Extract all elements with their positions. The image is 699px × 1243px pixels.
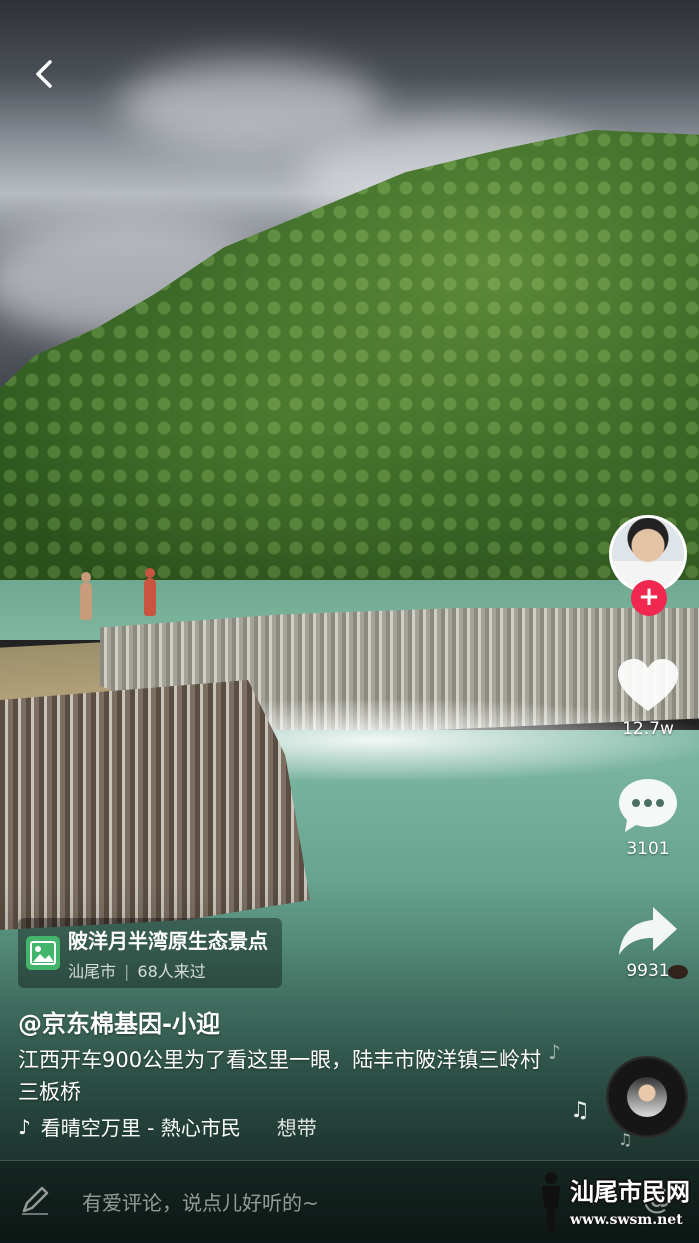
comment-count: 3101 (626, 839, 670, 859)
music-disc-cover (627, 1077, 667, 1117)
poi-tag[interactable]: 陂洋月半湾原生态景点 汕尾市 | 68人来过 (18, 918, 282, 988)
watermark-text: 汕尾市民网 (570, 1177, 690, 1206)
follow-button[interactable]: + (631, 580, 667, 616)
music-note-icon: ♫ (570, 1098, 590, 1123)
poi-separator: | (124, 961, 130, 981)
poi-visitors: 68人来过 (137, 961, 206, 981)
speech-bubble-icon (619, 779, 677, 832)
person-standing (80, 572, 92, 620)
music-note-icon: ♫ (618, 1130, 633, 1149)
video-caption: 江西开车900公里为了看这里一眼，陆丰市陂洋镇三岭村三板桥 (18, 1048, 542, 1104)
music-title: 看晴空万里 - 熱心市民 (40, 1116, 241, 1140)
share-arrow-icon (619, 907, 677, 955)
person-silhouette-icon (542, 1172, 560, 1232)
poi-city: 汕尾市 (68, 961, 117, 981)
cloud (120, 60, 380, 150)
music-info[interactable]: ♪ 看晴空万里 - 熱心市民 想带 (18, 1112, 368, 1141)
music-title-more: 想带 (276, 1116, 317, 1140)
author-avatar-group: + (609, 515, 687, 616)
watermark-url: www.swsm.net (570, 1212, 683, 1228)
author-name[interactable]: @京东棉基因-小迎 (18, 1004, 220, 1039)
heart-icon (618, 659, 678, 711)
comment-input[interactable] (80, 1183, 514, 1223)
back-button[interactable] (24, 54, 64, 94)
watermark: 汕尾市民网 www.swsm.net (532, 1168, 692, 1238)
music-note-icon: ♪ (18, 1114, 31, 1139)
share-button[interactable]: 9931 (605, 905, 691, 981)
like-button[interactable]: 12.7w (605, 657, 691, 739)
music-disc[interactable] (606, 1056, 688, 1138)
like-count: 12.7w (622, 719, 674, 739)
share-count: 9931 (626, 961, 670, 981)
chevron-left-icon (36, 60, 52, 88)
pencil-icon (22, 1186, 49, 1215)
poi-meta: 汕尾市 | 68人来过 (68, 958, 268, 982)
comment-button[interactable]: 3101 (605, 777, 691, 859)
poi-name: 陂洋月半湾原生态景点 (68, 928, 268, 953)
person-standing (144, 568, 156, 616)
image-icon (26, 936, 60, 970)
